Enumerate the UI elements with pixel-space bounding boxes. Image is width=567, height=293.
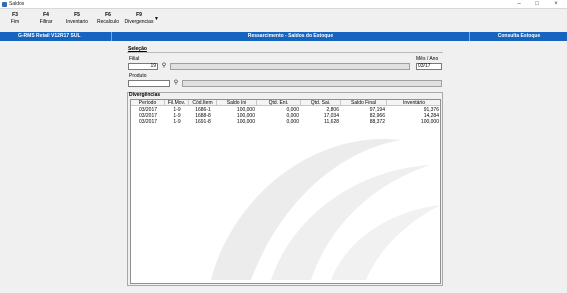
cell-inventario: 100,000 [420, 119, 439, 125]
grid-header: Período Fil.Mov. Cód.Item Saldo Ini Qtd.… [131, 100, 440, 106]
col-header-cod-item[interactable]: Cód.Item [189, 100, 217, 106]
watermark-logo [211, 139, 440, 280]
filial-label: Filial [129, 56, 140, 62]
close-icon[interactable]: × [548, 0, 564, 9]
module-name: Consulta Estoque [497, 33, 541, 39]
col-header-inventario[interactable]: Inventário [387, 100, 440, 106]
divergences-grid[interactable]: Período Fil.Mov. Cód.Item Saldo Ini Qtd.… [130, 99, 441, 284]
divergencias-key: F9 [136, 12, 142, 18]
col-header-fil-mov[interactable]: Fil.Mov. [165, 100, 189, 106]
recalculo-label: Recalculo [97, 19, 119, 25]
divergencias-button[interactable]: F9 Divergencias [122, 11, 156, 26]
col-header-saldo-ini[interactable]: Saldo Ini [217, 100, 257, 106]
cell-qtd-sai: 11,628 [324, 119, 339, 125]
filtrar-label: Filtrar [39, 19, 53, 25]
mes-ano-label: Mês / Ano [416, 56, 439, 62]
divergences-title: Divergências [129, 92, 161, 98]
system-version: G-RMS Retail V12R17 SUL [0, 32, 112, 41]
header-bar: G-RMS Retail V12R17 SUL Ressarcimento - … [0, 32, 567, 41]
recalculo-key: F6 [105, 12, 111, 18]
minimize-icon[interactable]: – [511, 0, 527, 9]
col-header-saldo-final[interactable]: Saldo Final [341, 100, 387, 106]
cell-saldo-ini: 100,000 [236, 119, 255, 125]
filial-description [170, 63, 410, 70]
produto-description [182, 80, 442, 87]
fim-label: Fim [10, 19, 20, 25]
produto-label: Produto [129, 73, 147, 79]
cell-fil-mov: 1-9 [173, 119, 181, 125]
col-header-periodo[interactable]: Período [131, 100, 165, 106]
inventario-key: F5 [74, 12, 80, 18]
col-header-qtd-ent[interactable]: Qtd. Ent. [257, 100, 301, 106]
filtrar-button[interactable]: F4 Filtrar [34, 11, 58, 26]
filial-input[interactable]: 19 [128, 63, 158, 70]
window-titlebar: Saldos – □ × [0, 0, 567, 9]
window-title: Saldos [9, 1, 25, 7]
app-icon [2, 2, 7, 7]
toolbar: F3 Fim F4 Filtrar F5 Inventario F6 Recal… [0, 10, 567, 32]
dropdown-arrow-icon[interactable]: ▼ [154, 16, 159, 22]
produto-input[interactable] [128, 80, 170, 87]
divergencias-label: Divergencias [124, 19, 154, 25]
cell-saldo-final: 88,372 [369, 119, 385, 125]
filtrar-key: F4 [43, 12, 49, 18]
recalculo-button[interactable]: F6 Recalculo [93, 11, 123, 26]
mes-ano-input[interactable]: 03/17 [416, 63, 442, 70]
inventario-button[interactable]: F5 Inventario [63, 11, 91, 26]
cell-cod-item: 1691-8 [195, 119, 211, 125]
maximize-icon[interactable]: □ [529, 0, 545, 9]
fim-button[interactable]: F3 Fim [6, 11, 24, 26]
filial-search-icon[interactable]: ⚲ [160, 63, 168, 70]
fim-key: F3 [12, 12, 18, 18]
table-row[interactable]: 03/2017 1-9 1691-8 100,000 0,000 11,628 … [131, 119, 440, 125]
cell-qtd-ent: 0,000 [286, 119, 299, 125]
produto-search-icon[interactable]: ⚲ [172, 80, 180, 87]
inventario-label: Inventario [66, 19, 88, 25]
cell-periodo: 03/2017 [138, 119, 158, 125]
page-title: Ressarcimento - Saldos do Estoque [112, 32, 470, 41]
col-header-qtd-sai[interactable]: Qtd. Sai. [301, 100, 341, 106]
